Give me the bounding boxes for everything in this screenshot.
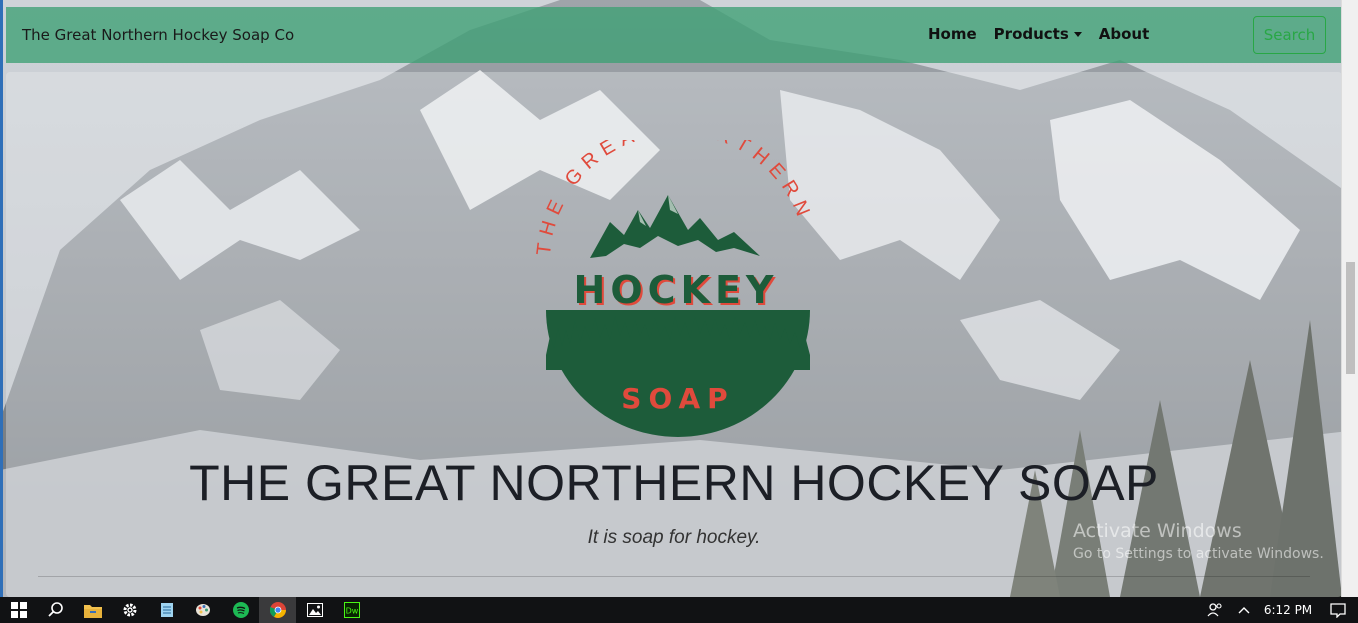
chevron-up-icon[interactable] <box>1230 606 1258 614</box>
file-explorer-icon[interactable] <box>74 597 111 623</box>
watermark-subtitle: Go to Settings to activate Windows. <box>1073 546 1324 562</box>
notifications-icon[interactable] <box>1318 602 1358 618</box>
svg-text:Dw: Dw <box>345 607 358 616</box>
brand-link[interactable]: The Great Northern Hockey Soap Co <box>22 26 294 44</box>
clock[interactable]: 6:12 PM <box>1258 603 1318 617</box>
dreamweaver-icon[interactable]: Dw <box>333 597 370 623</box>
nav-products-label: Products <box>993 25 1069 43</box>
people-icon[interactable] <box>1200 602 1230 618</box>
divider <box>38 576 1310 577</box>
search-button[interactable]: Search <box>1253 16 1326 54</box>
nav-about-link[interactable]: About <box>1099 25 1150 43</box>
photos-icon[interactable] <box>296 597 333 623</box>
nav-products-dropdown[interactable]: Products <box>994 25 1082 43</box>
page-title: THE GREAT NORTHERN HOCKEY SOAP <box>189 455 1159 511</box>
watermark-title: Activate Windows <box>1073 520 1242 542</box>
windows-start-icon[interactable] <box>0 597 37 623</box>
logo-hockey-text: HOCKEY <box>574 268 779 312</box>
scrollbar-thumb[interactable] <box>1346 262 1355 374</box>
top-navbar: The Great Northern Hockey Soap Co Home P… <box>6 7 1342 63</box>
windows-taskbar: Dw 6:12 PM <box>0 597 1358 623</box>
activate-windows-watermark: Activate Windows Go to Settings to activ… <box>1073 520 1324 562</box>
nav-home-link[interactable]: Home <box>928 25 977 43</box>
vertical-scrollbar[interactable] <box>1341 0 1358 597</box>
chevron-down-icon <box>1073 31 1082 37</box>
nav-links: Home Products About <box>928 25 1166 43</box>
notepad-icon[interactable] <box>148 597 185 623</box>
paint-icon[interactable] <box>185 597 222 623</box>
chrome-icon[interactable] <box>259 597 296 623</box>
logo-soap-text: SOAP <box>621 382 734 415</box>
system-tray: 6:12 PM <box>1200 597 1358 623</box>
spotify-icon[interactable] <box>222 597 259 623</box>
settings-gear-icon[interactable] <box>111 597 148 623</box>
brand-logo: THE GREAT NORTHERN HOCKEY HOCKEY SOAP <box>528 117 828 440</box>
search-icon[interactable] <box>37 597 74 623</box>
